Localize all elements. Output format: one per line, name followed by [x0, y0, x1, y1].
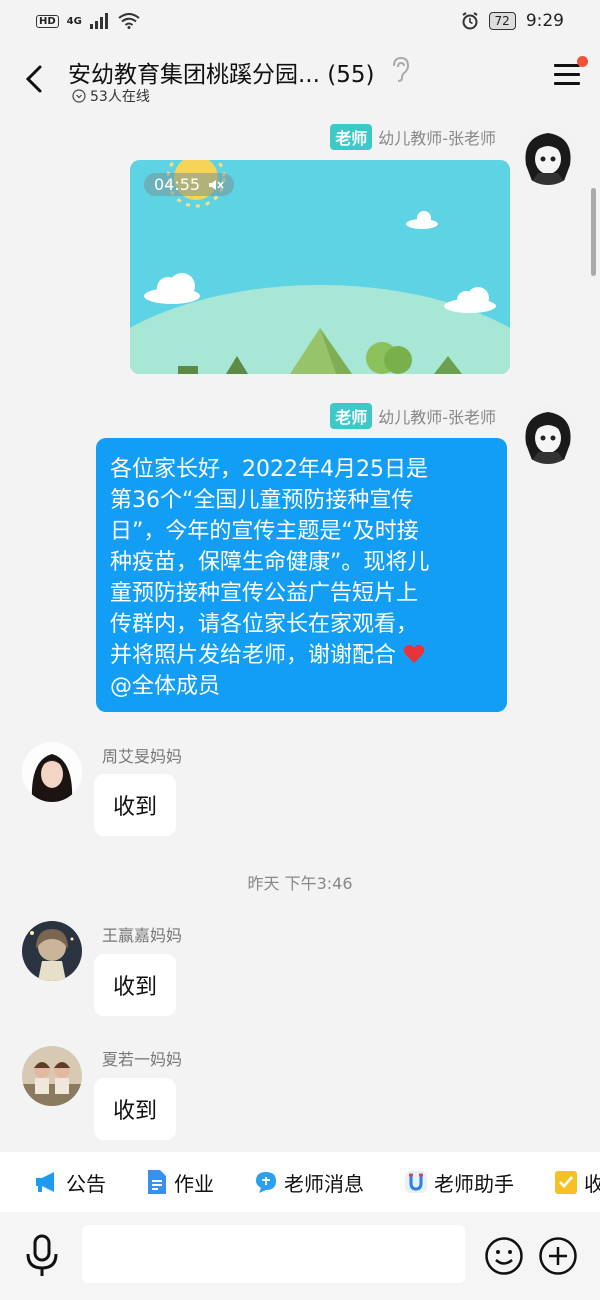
announcement-line: 童预防接种宣传公益广告短片上: [110, 581, 419, 606]
ear-icon[interactable]: [388, 56, 412, 82]
status-bar: HD 4G 72 9:29: [0, 0, 600, 42]
announcement-line: 传群内，请各位家长在家观看，: [110, 612, 419, 637]
heart-icon: [403, 644, 425, 663]
sender-name: 王赢嘉妈妈: [102, 926, 183, 945]
teacher-chat-icon: [256, 1172, 276, 1193]
microphone-icon[interactable]: [24, 1234, 60, 1278]
network-label: 4G: [66, 15, 82, 27]
signal-icon: [89, 13, 108, 29]
avatar-teacher[interactable]: [518, 125, 578, 185]
announcement-line-with-heart: 并将照片发给老师，谢谢配合: [110, 640, 493, 671]
clock: 9:29: [525, 11, 564, 31]
toolbar-teacher-messages[interactable]: 老师消息: [254, 1168, 364, 1197]
status-left: HD 4G: [36, 13, 140, 29]
announcement-line: 第36个“全国儿童预防接种宣传: [110, 488, 414, 513]
emoji-icon[interactable]: [484, 1236, 524, 1276]
sender-name: 夏若一妈妈: [102, 1050, 183, 1069]
back-arrow-icon[interactable]: [22, 64, 46, 94]
avatar-image: [518, 404, 578, 464]
message-bubble[interactable]: 收到: [94, 954, 176, 1016]
sender-line: 老师 幼儿教师-张老师: [330, 124, 496, 150]
sender-name: 周艾旻妈妈: [102, 747, 183, 766]
announcement-line: 日”，今年的宣传主题是“及时接: [110, 519, 419, 544]
menu-icon[interactable]: [554, 64, 580, 88]
toolbar-announcement[interactable]: 公告: [34, 1168, 106, 1197]
avatar-image: [518, 125, 578, 185]
quick-toolbar: 公告 作业 老师消息 老师助手 收: [0, 1152, 600, 1212]
mention-all[interactable]: @全体成员: [110, 671, 493, 702]
avatar-teacher[interactable]: [518, 404, 578, 464]
online-count-label: 53人在线: [90, 89, 150, 105]
magnet-icon: [405, 1171, 427, 1193]
video-duration-label: 04:55: [154, 175, 201, 194]
sender-name: 幼儿教师-张老师: [378, 129, 496, 148]
avatar-image: [22, 921, 82, 981]
megaphone-icon: [36, 1172, 54, 1192]
announcement-line: 各位家长好，2022年4月25日是: [110, 457, 428, 482]
plus-circle-icon[interactable]: [538, 1236, 578, 1276]
input-bar: [0, 1212, 600, 1300]
toolbar-label: 老师助手: [434, 1171, 514, 1196]
teacher-tag: 老师: [330, 124, 373, 150]
teacher-tag: 老师: [330, 403, 373, 429]
toolbar-label: 老师消息: [284, 1171, 364, 1196]
toolbar-teacher-assistant[interactable]: 老师助手: [404, 1168, 514, 1197]
toolbar-homework[interactable]: 作业: [146, 1168, 214, 1197]
toolbar-label: 收: [584, 1171, 600, 1196]
video-duration: 04:55: [144, 173, 235, 196]
avatar-parent[interactable]: [22, 921, 82, 981]
avatar-image: [22, 1046, 82, 1106]
document-icon: [148, 1170, 166, 1194]
toolbar-label: 公告: [66, 1171, 106, 1196]
avatar-parent[interactable]: [22, 742, 82, 802]
status-right: 72 9:29: [461, 11, 564, 31]
group-title[interactable]: 安幼教育集团桃蹊分园... (55): [68, 55, 374, 89]
online-count: 53人在线: [72, 86, 150, 106]
alarm-icon: [461, 12, 478, 30]
announcement-line: 种疫苗，保障生命健康”。现将儿: [110, 550, 430, 575]
message-bubble[interactable]: 收到: [94, 1078, 176, 1140]
checklist-icon: [555, 1171, 577, 1194]
battery-indicator: 72: [488, 12, 516, 30]
sender-line: 老师 幼儿教师-张老师: [330, 403, 496, 429]
hd-badge: HD: [36, 14, 59, 28]
scrollbar-thumb[interactable]: [591, 188, 596, 276]
sender-name: 幼儿教师-张老师: [378, 408, 496, 427]
announcement-bubble[interactable]: 各位家长好，2022年4月25日是 第36个“全国儿童预防接种宣传 日”，今年的…: [96, 438, 507, 712]
announcement-line: 并将照片发给老师，谢谢配合: [110, 643, 397, 668]
chevron-down-circle-icon[interactable]: [72, 89, 86, 103]
message-bubble[interactable]: 收到: [94, 774, 176, 836]
notification-dot: [577, 56, 588, 67]
mute-icon[interactable]: [208, 178, 224, 192]
video-message[interactable]: 04:55: [130, 160, 510, 374]
timestamp: 昨天 下午3:46: [247, 874, 353, 893]
message-input[interactable]: [82, 1225, 465, 1283]
toolbar-label: 作业: [174, 1171, 214, 1196]
wifi-icon: [118, 13, 140, 29]
avatar-parent[interactable]: [22, 1046, 82, 1106]
chat-header: 安幼教育集团桃蹊分园... (55) 53人在线: [0, 42, 600, 112]
toolbar-collect[interactable]: 收: [554, 1168, 600, 1197]
avatar-image: [22, 742, 82, 802]
